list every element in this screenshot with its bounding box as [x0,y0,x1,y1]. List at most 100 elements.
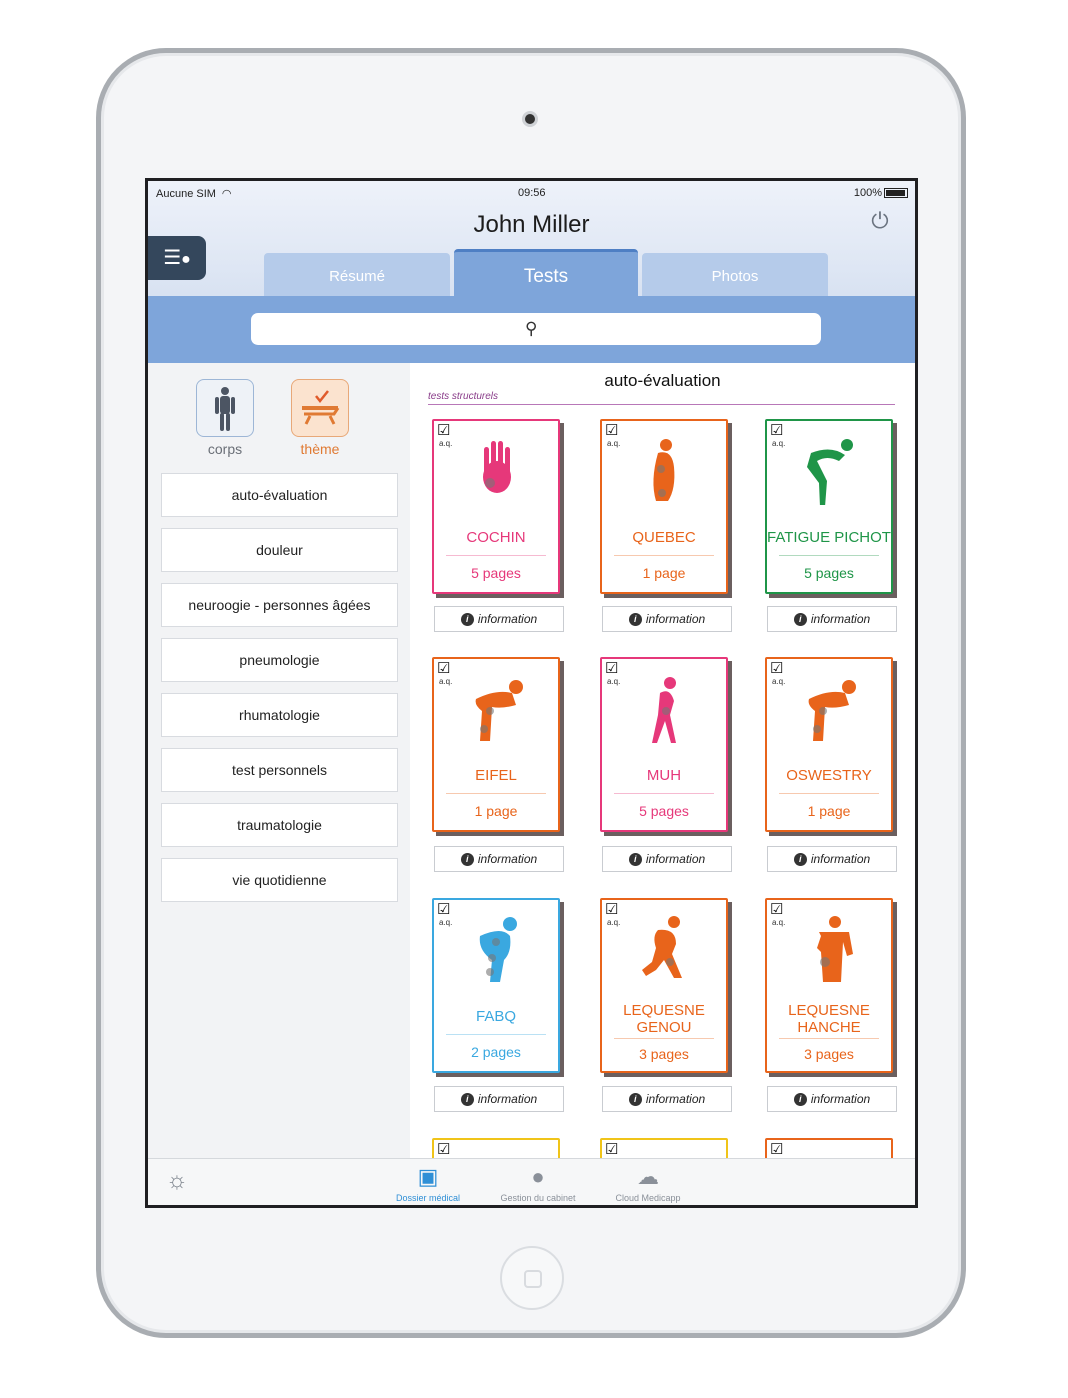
test-card[interactable]: ☑ a.q. EIFEL 1 page [432,657,560,832]
test-card-partial[interactable]: ☑ [432,1138,560,1158]
test-card[interactable]: ☑ a.q. MUH 5 pages [600,657,728,832]
checkbox-icon[interactable]: ☑ [605,902,618,917]
test-card[interactable]: ☑ a.q. FATIGUE PICHOT 5 pages [765,419,893,594]
checkbox-icon[interactable]: ☑ [605,1142,618,1157]
power-icon[interactable]: ⏻ [868,209,892,233]
doctor-icon: ● [531,1164,545,1189]
test-pages: 1 page [807,803,851,819]
info-icon: i [460,613,474,627]
wifi-icon: ◠ [221,188,232,200]
aq-label: a.q. [772,439,786,448]
test-card[interactable]: ☑ a.q. LEQUESNE GENOU 3 pages [600,898,728,1073]
category-douleur[interactable]: douleur [161,528,398,572]
search-band: ⚲ [148,296,915,363]
category-neurologie[interactable]: neuroogie - personnes âgées [161,583,398,627]
information-label: information [477,852,538,866]
category-pneumologie[interactable]: pneumologie [161,638,398,682]
checkbox-icon[interactable]: ☑ [437,902,450,917]
test-pages: 1 page [642,565,686,581]
information-button[interactable]: i information [767,846,897,872]
checkbox-icon[interactable]: ☑ [605,661,618,676]
checkbox-icon[interactable]: ☑ [437,423,450,438]
checkbox-icon[interactable]: ☑ [770,423,783,438]
tab-cloud[interactable]: ☁ Cloud Medicapp [593,1163,703,1203]
card-divider [446,1034,546,1035]
aq-label: a.q. [439,918,453,927]
body-filter-label: corps [207,441,243,457]
test-card[interactable]: ☑ a.q. QUEBEC 1 page [600,419,728,594]
tab-gestion-cabinet[interactable]: ● Gestion du cabinet [483,1163,593,1203]
category-vie-quotidienne[interactable]: vie quotidienne [161,858,398,902]
information-button[interactable]: i information [434,606,564,632]
patient-name: John Miller [473,211,590,238]
info-icon: i [793,613,807,627]
information-label: information [645,1092,706,1106]
information-button[interactable]: i information [767,1086,897,1112]
front-camera [522,111,538,127]
posture-figure-icon [642,916,682,978]
test-name: OSWESTRY [786,767,872,784]
information-button[interactable]: i information [602,846,732,872]
search-input[interactable]: ⚲ [251,313,821,345]
information-label: information [810,1092,871,1106]
information-button[interactable]: i information [602,606,732,632]
theme-filter-button[interactable] [291,379,349,437]
checkbox-icon[interactable]: ☑ [605,423,618,438]
help-icon[interactable]: ☼ [166,1167,188,1195]
test-name: MUH [646,767,682,784]
information-button[interactable]: i information [434,1086,564,1112]
card-divider [614,793,714,794]
category-traumatologie[interactable]: traumatologie [161,803,398,847]
test-name: EIFEL [475,767,517,784]
tab-cloud-label: Cloud Medicapp [615,1193,681,1203]
body-filter-button[interactable] [196,379,254,437]
test-card[interactable]: ☑ a.q. OSWESTRY 1 page [765,657,893,832]
aq-label: a.q. [439,439,453,448]
checkbox-icon[interactable]: ☑ [770,902,783,917]
information-label: information [477,1092,538,1106]
test-pages: 3 pages [804,1046,854,1062]
test-card[interactable]: ☑ a.q. COCHIN 5 pages [432,419,560,594]
tab-tests[interactable]: Tests [454,249,638,296]
section-title: auto-évaluation [604,371,721,390]
info-icon: i [793,1093,807,1107]
checkbox-icon[interactable]: ☑ [770,661,783,676]
test-pages: 1 page [474,803,518,819]
card-divider [779,1038,879,1039]
info-icon: i [628,613,642,627]
checkbox-icon[interactable]: ☑ [437,661,450,676]
checkbox-icon[interactable]: ☑ [437,1142,450,1157]
category-sidebar: corps thème auto-évaluation douleur neur… [148,363,411,1158]
posture-figure-icon [807,439,853,505]
aq-label: a.q. [772,677,786,686]
test-pages: 2 pages [471,1044,521,1060]
test-card-partial[interactable]: ☑ [765,1138,893,1158]
card-divider [779,793,879,794]
category-auto-evaluation[interactable]: auto-évaluation [161,473,398,517]
search-icon: ⚲ [525,319,538,338]
test-card[interactable]: ☑ a.q. FABQ 2 pages [432,898,560,1073]
theme-filter-label: thème [300,441,340,457]
info-icon: i [793,853,807,867]
information-button[interactable]: i information [602,1086,732,1112]
tab-resume[interactable]: Résumé [264,253,450,296]
checkbox-icon[interactable]: ☑ [770,1142,783,1157]
test-name: LEQUESNE HANCHE [788,1002,870,1036]
aq-label: a.q. [439,677,453,686]
test-card[interactable]: ☑ a.q. LEQUESNE HANCHE 3 pages [765,898,893,1073]
category-rhumatologie[interactable]: rhumatologie [161,693,398,737]
posture-figure-icon [475,680,523,741]
patient-menu-button[interactable]: ☰● [148,236,206,280]
test-card-partial[interactable]: ☑ [600,1138,728,1158]
posture-figure-icon [653,439,675,501]
battery-label: 100% [853,187,882,199]
category-test-personnels[interactable]: test personnels [161,748,398,792]
tab-dossier-medical[interactable]: ▣ Dossier médical [373,1163,483,1203]
home-button[interactable] [500,1246,564,1310]
information-button[interactable]: i information [767,606,897,632]
information-button[interactable]: i information [434,846,564,872]
body-figure-icon [215,387,235,431]
section-subtitle: tests structurels [428,391,499,402]
aq-label: a.q. [607,918,621,927]
tab-photos[interactable]: Photos [642,253,828,296]
